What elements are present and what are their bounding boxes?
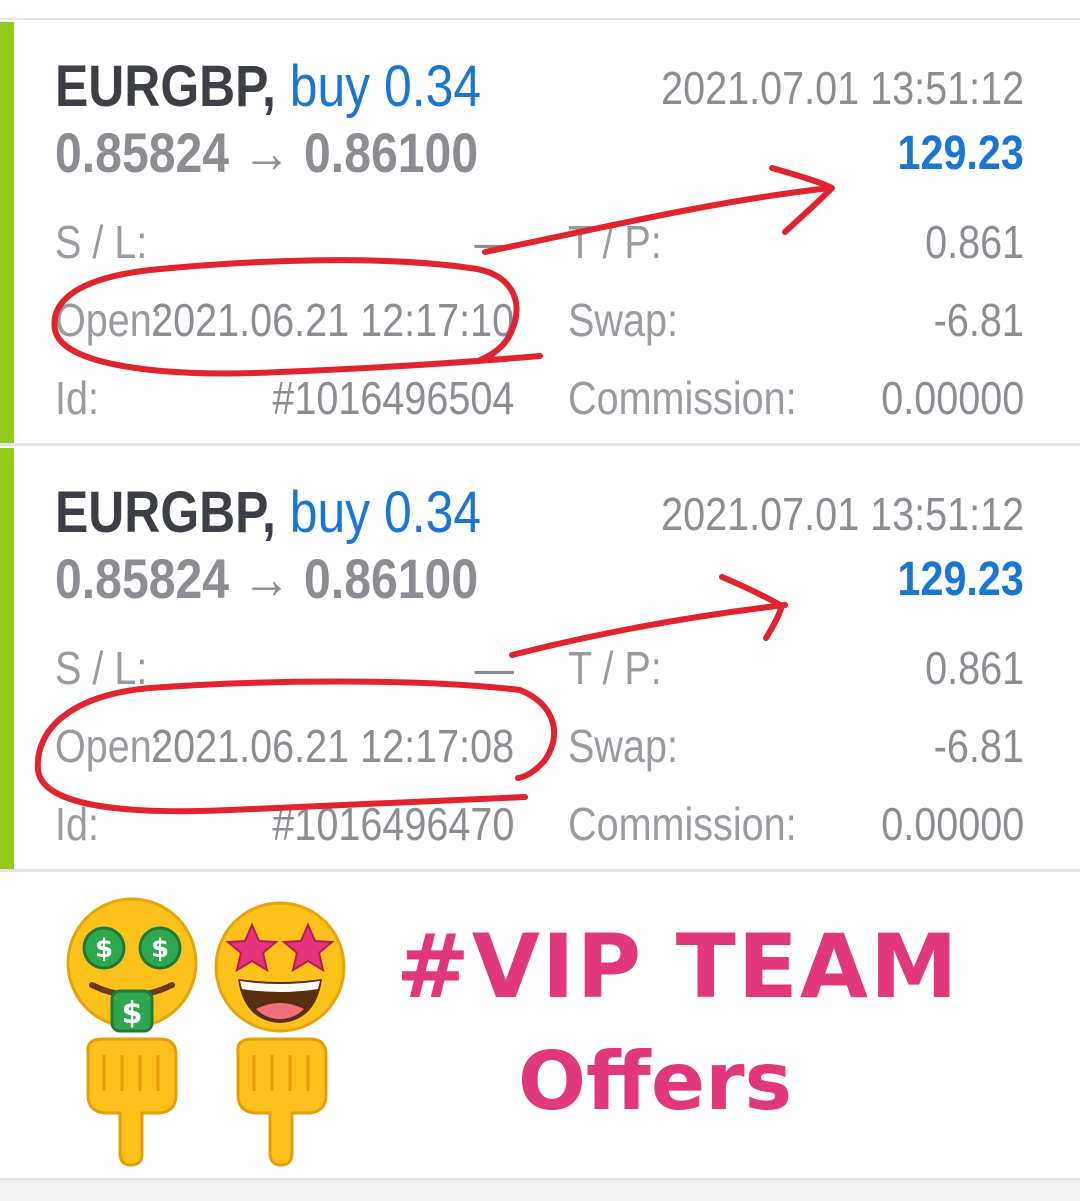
id-value: #1016496470 xyxy=(271,798,514,850)
tp-label: T / P: xyxy=(568,216,662,268)
arrow-right-icon: → xyxy=(242,121,291,184)
sl-label: S / L: xyxy=(55,216,148,268)
svg-text:$: $ xyxy=(95,934,113,964)
price-range: 0.85824 → 0.86100 xyxy=(55,551,478,607)
tp-value: 0.861 xyxy=(924,642,1024,694)
tp-label: T / P: xyxy=(568,642,662,694)
close-time: 2021.07.01 13:51:12 xyxy=(661,488,1024,540)
pointing-down-hand-icon xyxy=(86,1037,178,1167)
sl-label: S / L: xyxy=(55,642,148,694)
money-mouth-face-icon: $ $ $ xyxy=(66,897,198,1033)
svg-text:$: $ xyxy=(122,996,143,1031)
close-price: 0.86100 xyxy=(304,121,479,184)
star-struck-face-icon xyxy=(214,901,346,1033)
promo-subtitle: Offers xyxy=(518,1035,793,1128)
profit-value: 129.23 xyxy=(897,127,1024,180)
tp-value: 0.861 xyxy=(924,216,1024,268)
trade-accent-bar xyxy=(0,22,14,443)
open-price: 0.85824 xyxy=(55,121,230,184)
swap-value: -6.81 xyxy=(933,294,1024,346)
id-value: #1016496504 xyxy=(271,372,514,424)
sl-value: — xyxy=(474,216,514,268)
trade-accent-bar xyxy=(0,448,14,869)
swap-label: Swap: xyxy=(568,294,678,346)
bottom-divider xyxy=(0,1178,1080,1201)
trade-symbol: EURGBP, buy 0.34 xyxy=(55,484,481,542)
price-range: 0.85824 → 0.86100 xyxy=(55,125,478,181)
pointing-down-hand-icon xyxy=(236,1037,328,1167)
swap-value: -6.81 xyxy=(933,720,1024,772)
promo-title: #VIP TEAM xyxy=(396,915,960,1018)
id-label: Id: xyxy=(55,372,99,424)
trade-side: buy 0.34 xyxy=(289,54,482,119)
trade-side: buy 0.34 xyxy=(289,480,482,545)
commission-value: 0.00000 xyxy=(880,798,1024,850)
symbol-label: EURGBP, xyxy=(55,54,276,119)
open-time: 2021.06.21 12:17:08 xyxy=(151,720,514,772)
open-label: Open: xyxy=(55,294,163,346)
close-price: 0.86100 xyxy=(304,547,479,610)
open-time: 2021.06.21 12:17:10 xyxy=(151,294,514,346)
commission-label: Commission: xyxy=(568,372,797,424)
trade-row[interactable]: EURGBP, buy 0.34 2021.07.01 13:51:12 0.8… xyxy=(0,448,1080,872)
sl-value: — xyxy=(474,642,514,694)
close-time: 2021.07.01 13:51:12 xyxy=(661,62,1024,114)
promo-banner: $ $ $ #VIP TEAM Offers xyxy=(0,875,1080,1180)
trade-symbol: EURGBP, buy 0.34 xyxy=(55,58,481,116)
open-label: Open: xyxy=(55,720,163,772)
id-label: Id: xyxy=(55,798,99,850)
commission-label: Commission: xyxy=(568,798,797,850)
svg-text:$: $ xyxy=(151,934,169,964)
profit-value: 129.23 xyxy=(897,553,1024,606)
swap-label: Swap: xyxy=(568,720,678,772)
arrow-right-icon: → xyxy=(242,547,291,610)
top-divider xyxy=(0,18,1080,20)
symbol-label: EURGBP, xyxy=(55,480,276,545)
trade-row[interactable]: EURGBP, buy 0.34 2021.07.01 13:51:12 0.8… xyxy=(0,22,1080,446)
commission-value: 0.00000 xyxy=(880,372,1024,424)
open-price: 0.85824 xyxy=(55,547,230,610)
